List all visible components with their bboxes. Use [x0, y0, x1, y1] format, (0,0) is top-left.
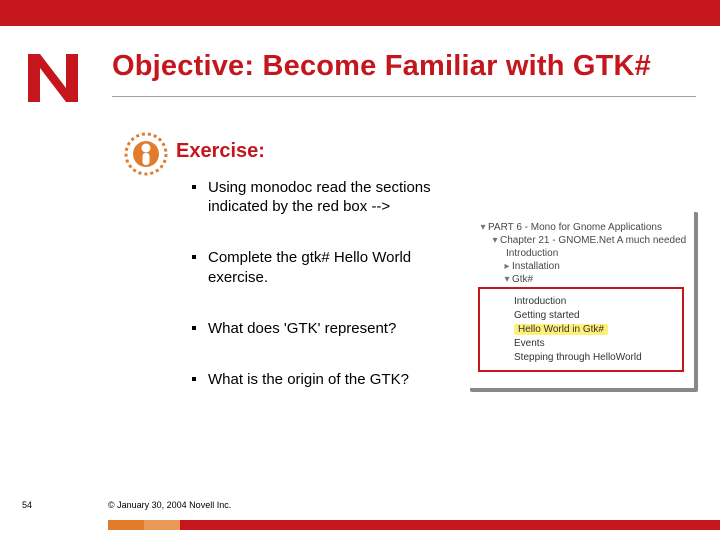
- thumb-intro: Introduction: [506, 248, 558, 259]
- list-item: Complete the gtk# Hello World exercise.: [192, 248, 452, 286]
- exercise-label: Exercise:: [176, 140, 265, 163]
- page-number: 54: [22, 500, 32, 510]
- thumb-r2: Getting started: [514, 310, 580, 321]
- thumb-part: PART 6 - Mono for Gnome Applications: [488, 222, 662, 233]
- list-item: Using monodoc read the sections indicate…: [192, 178, 452, 216]
- thumb-chapter: Chapter 21 - GNOME.Net A much needed: [500, 235, 686, 246]
- red-box-highlight: Introduction Getting started Hello World…: [478, 287, 684, 372]
- list-item: What is the origin of the GTK?: [192, 370, 452, 389]
- novell-logo: [26, 50, 80, 104]
- thumb-r3-highlighted: Hello World in Gtk#: [514, 324, 608, 335]
- n-logo-icon: [26, 50, 80, 104]
- slide-title: Objective: Become Familiar with GTK#: [112, 50, 700, 83]
- copyright: © January 30, 2004 Novell Inc.: [108, 500, 231, 510]
- slide: Objective: Become Familiar with GTK# Exe…: [0, 0, 720, 540]
- list-item: What does 'GTK' represent?: [192, 319, 452, 338]
- bullet-list: Using monodoc read the sections indicate…: [192, 178, 452, 421]
- thumb-r1: Introduction: [514, 296, 566, 307]
- exercise-icon: [124, 132, 168, 176]
- thumb-install: Installation: [512, 261, 560, 272]
- top-accent-bar: [0, 0, 720, 26]
- screenshot-thumbnail: ▾PART 6 - Mono for Gnome Applications ▾C…: [470, 212, 698, 392]
- thumb-r4: Events: [514, 338, 545, 349]
- footer-accent-stripe: [108, 520, 720, 530]
- title-underline: [112, 96, 696, 97]
- thumb-gtk: Gtk#: [512, 274, 533, 285]
- thumb-r5: Stepping through HelloWorld: [514, 352, 642, 363]
